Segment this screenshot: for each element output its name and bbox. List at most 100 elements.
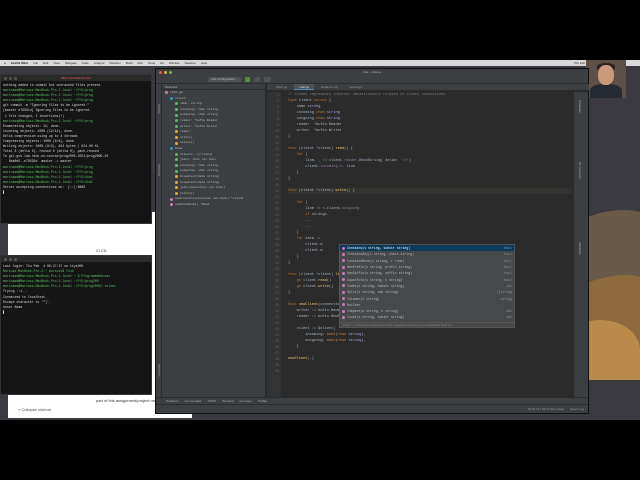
function-icon	[342, 252, 345, 256]
completion-name: HasPrefix(s string, prefix string)	[347, 265, 413, 270]
debug-icon[interactable]	[253, 76, 261, 82]
completion-return-type: []string	[496, 290, 512, 295]
structure-kind-icon	[175, 108, 178, 112]
browser-text-line: part of this assignment/project mark.	[96, 398, 161, 403]
right-tool-strip: Database Go Structure Validation	[574, 92, 588, 397]
status-right[interactable]: 20:23 LF UTF-8 Tab master	[528, 407, 565, 411]
tool-tab-database[interactable]: Database	[578, 100, 582, 113]
menu-file[interactable]: File	[33, 61, 38, 65]
menu-run[interactable]: Run	[138, 61, 144, 65]
completion-name: Builder	[347, 302, 361, 307]
close-icon[interactable]	[4, 76, 7, 80]
menu-window[interactable]: Window	[169, 61, 180, 65]
menu-edit[interactable]: Edit	[43, 61, 48, 65]
menu-analyze[interactable]: Analyze	[94, 61, 105, 65]
completion-name: Count(s string, substr string)	[347, 315, 405, 320]
structure-kind-icon	[170, 203, 173, 207]
completion-name: ToLower(s string)	[347, 296, 380, 301]
menu-build[interactable]: Build	[126, 61, 133, 65]
line-number: 50	[275, 369, 279, 373]
top-letterbox	[0, 0, 640, 60]
run-config-dropdown[interactable]: Add Configuration...	[208, 76, 241, 82]
menu-code[interactable]: Code	[82, 61, 89, 65]
completion-item[interactable]: Count(s string, substr string) int	[340, 314, 514, 320]
completion-return-type: bool	[504, 277, 512, 282]
bottom-tool-tab[interactable]: Go Compiler	[185, 399, 202, 403]
completion-name: Contains(s string, substr string)	[347, 246, 411, 251]
editor-tab[interactable]: Readme.md	[316, 84, 342, 90]
structure-tree: chat.go client name: string incoming: chan …	[162, 90, 265, 207]
menu-view[interactable]: View	[53, 61, 59, 65]
menu-tools[interactable]: Tools	[148, 61, 155, 65]
editor-tab[interactable]: server.go	[344, 84, 366, 90]
menu-app-name[interactable]: IntelliJ IDEA	[11, 61, 29, 65]
completion-return-type: int	[506, 315, 512, 320]
window-controls	[4, 76, 17, 80]
editor-tab[interactable]: chat.go	[294, 84, 315, 90]
menu-refactor[interactable]: Refactor	[110, 61, 121, 65]
apple-icon[interactable]: ●	[4, 61, 6, 65]
tool-tab-validation[interactable]: Validation	[578, 242, 582, 255]
ide-title-text: chat – chat.go	[362, 70, 382, 74]
webcam-overlay	[586, 60, 626, 98]
menu-navigate[interactable]: Navigate	[65, 61, 77, 65]
editor-tabs: client.go chat.go Readme.md server.go	[267, 84, 589, 91]
structure-kind-icon	[175, 102, 178, 106]
run-icon[interactable]	[244, 76, 250, 82]
tool-tab-favorites[interactable]: Favorites	[157, 364, 161, 376]
event-log[interactable]: Event Log	[570, 407, 584, 411]
structure-kind-icon	[175, 141, 178, 145]
bottom-letterbox	[0, 420, 640, 480]
browser-text-line: Cl CD	[96, 248, 107, 253]
function-icon	[342, 297, 345, 301]
function-icon	[342, 246, 345, 250]
structure-item-label: newChatRoom() *Room	[175, 202, 210, 206]
structure-kind-icon	[170, 147, 173, 151]
structure-item[interactable]: newChatRoom() *Room	[162, 202, 265, 208]
tool-tab-go-structure[interactable]: Go Structure	[578, 162, 582, 179]
close-icon[interactable]	[4, 257, 7, 261]
minimize-icon[interactable]	[164, 70, 167, 74]
zoom-icon[interactable]	[14, 257, 17, 261]
function-icon	[342, 271, 345, 275]
zoom-icon[interactable]	[14, 76, 17, 80]
function-icon	[342, 303, 345, 307]
minimize-icon[interactable]	[9, 76, 12, 80]
window-controls	[4, 257, 17, 261]
bottom-tool-tab[interactable]: Terminal	[222, 399, 233, 403]
code-line: newClient(…)	[288, 357, 314, 361]
completion-return-type: int	[506, 283, 512, 288]
structure-kind-icon	[175, 169, 178, 173]
function-icon	[342, 265, 345, 269]
menu-git[interactable]: Git	[160, 61, 164, 65]
terminal-window-bottom[interactable]: Last login: Thu Feb 4 00:27:37 on ttys00…	[0, 255, 152, 395]
bottom-tool-tab[interactable]: TODO	[208, 399, 217, 403]
structure-kind-icon	[175, 136, 178, 140]
menu-help[interactable]: Help	[201, 61, 207, 65]
line-number-gutter: 4 5 6 7 8 9 10 11 12 13 14 15 16 17 18 19 20 21 22 23 24 25 26…	[267, 92, 281, 397]
editor-tab[interactable]: client.go	[271, 84, 292, 90]
tool-tab-structure[interactable]: Structure	[157, 164, 161, 176]
bottom-tool-strip: Problems Go Compiler TODO Terminal Go Linter…	[156, 397, 588, 404]
structure-kind-icon	[175, 119, 178, 123]
build-icon[interactable]	[264, 76, 272, 82]
completion-return-type: bool	[504, 271, 512, 276]
bottom-tool-tab[interactable]: Profiler	[258, 399, 268, 403]
bottom-tool-tab[interactable]: Problems	[166, 399, 179, 403]
close-icon[interactable]	[159, 70, 162, 74]
completion-name: ContainsAny(s string, chars string)	[347, 252, 414, 257]
minimize-icon[interactable]	[9, 257, 12, 261]
tool-tab-project[interactable]: Project	[157, 104, 161, 113]
terminal-output: Last login: Thu Feb 4 00:27:37 on ttys00…	[1, 262, 151, 317]
collapse-sidebar-button[interactable]: « Collapse sidebar	[18, 407, 51, 412]
menu-readme[interactable]: Readme	[185, 61, 196, 65]
completion-return-type: bool	[504, 252, 512, 257]
terminal-output: nothing added to commit but untracked fi…	[1, 81, 151, 197]
structure-kind-icon	[175, 158, 178, 162]
ide-titlebar: chat – chat.go	[156, 69, 588, 75]
bottom-tool-tab[interactable]: Go Linter	[239, 399, 251, 403]
terminal-window-top[interactable]: RESTHello/RESTHello nothing added to com…	[0, 74, 152, 224]
zoom-icon[interactable]	[169, 70, 172, 74]
completion-name: EqualFold(s string, t string)	[347, 277, 403, 282]
structure-kind-icon	[175, 175, 178, 179]
